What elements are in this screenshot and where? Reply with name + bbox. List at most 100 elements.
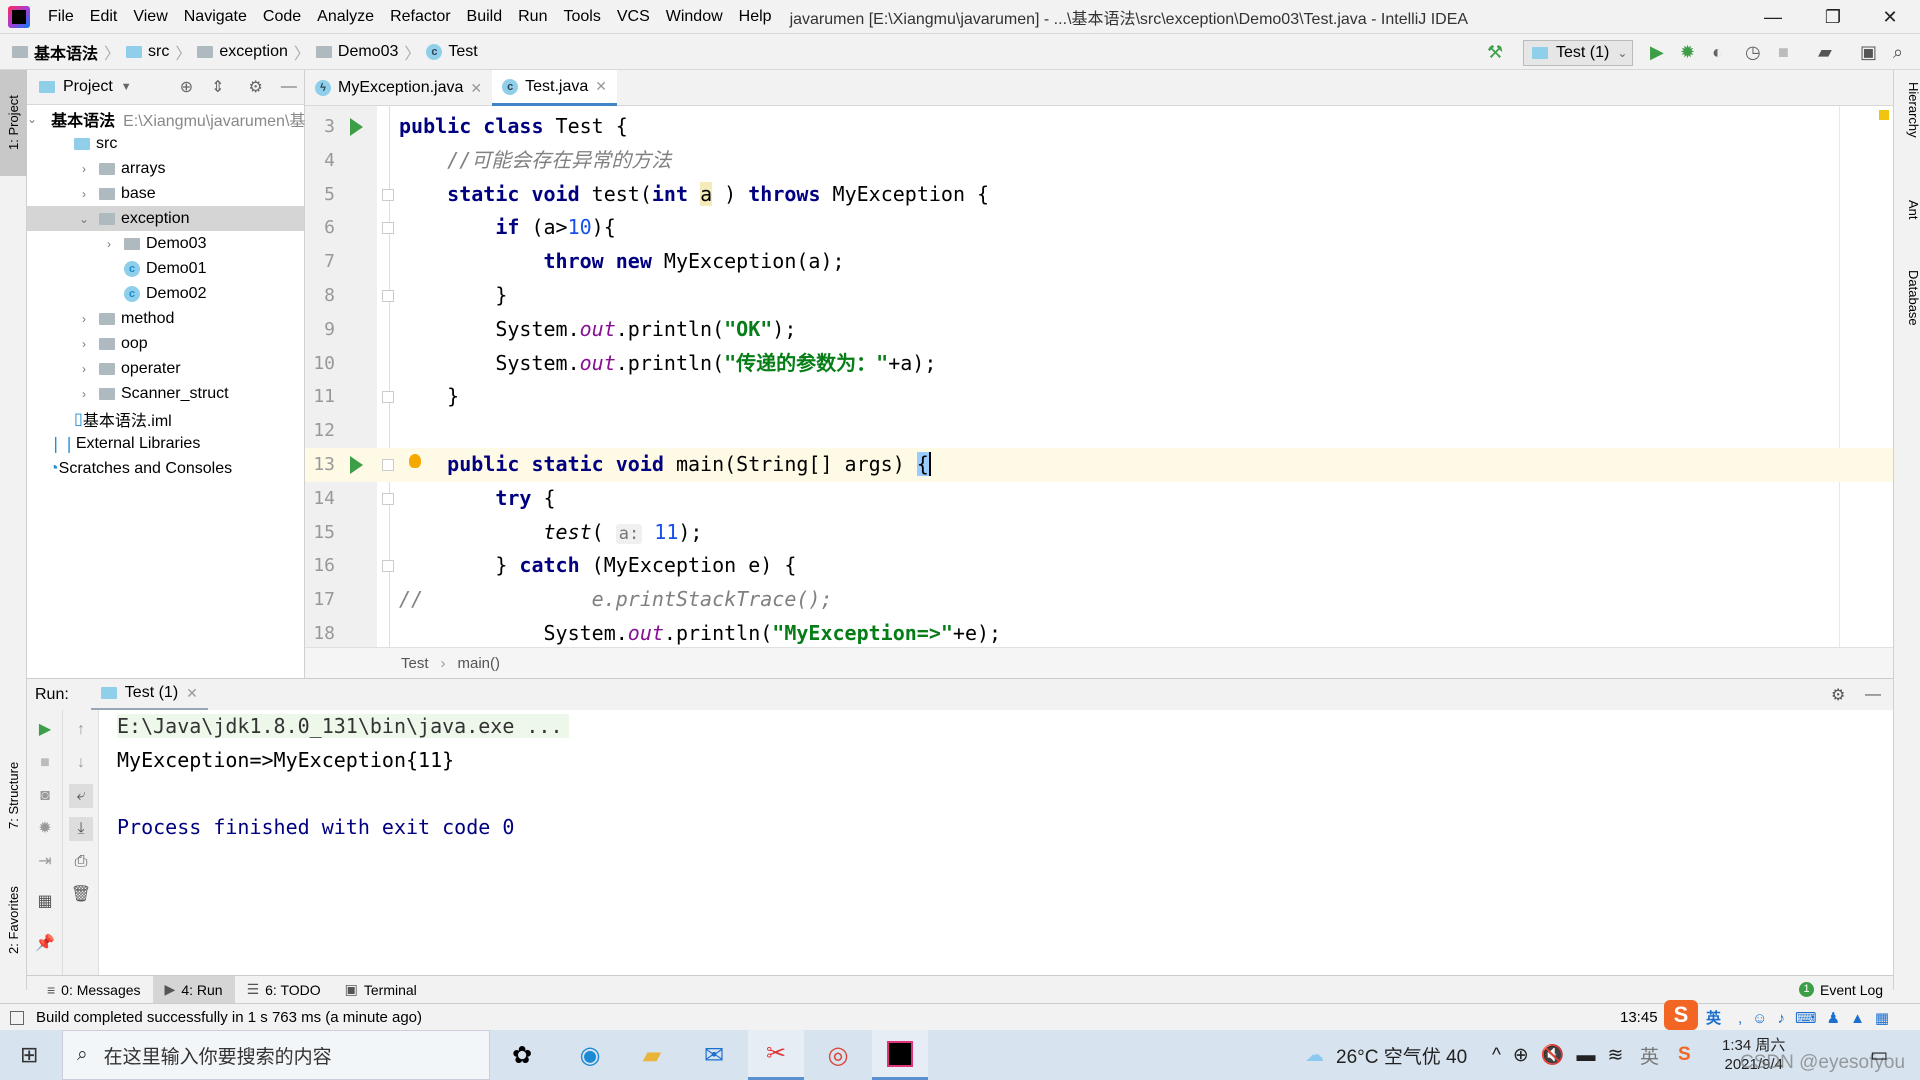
bottom-tab[interactable]: ▣ Terminal bbox=[333, 976, 429, 1004]
chevron-icon[interactable]: ⌄ bbox=[27, 112, 37, 126]
tool-tab-ant[interactable]: Ant bbox=[1894, 200, 1920, 220]
fold-icon[interactable] bbox=[382, 188, 394, 201]
fold-icon[interactable] bbox=[382, 289, 394, 302]
mail-icon[interactable]: ✉ bbox=[686, 1030, 742, 1080]
menu-run[interactable]: Run bbox=[510, 8, 555, 26]
system-tray-icons[interactable]: ^⊕🔇▬≋ bbox=[1492, 1030, 1635, 1080]
pin-icon[interactable]: 📌 bbox=[33, 932, 57, 956]
arrow-up-icon[interactable]: ↑ bbox=[69, 718, 93, 742]
close-icon[interactable]: ✕ bbox=[470, 80, 482, 97]
menu-analyze[interactable]: Analyze bbox=[309, 8, 382, 26]
tree-item[interactable]: c Demo01 bbox=[27, 256, 304, 281]
build-hammer-icon[interactable]: ⚒ bbox=[1487, 42, 1503, 63]
chevron-icon[interactable]: › bbox=[77, 187, 91, 201]
menu-edit[interactable]: Edit bbox=[82, 8, 126, 26]
arrow-down-icon[interactable]: ↓ bbox=[69, 751, 93, 775]
menu-tools[interactable]: Tools bbox=[555, 8, 608, 26]
tool-tab-structure[interactable]: 7: Structure bbox=[0, 740, 27, 850]
chevron-down-icon[interactable]: ▼ bbox=[121, 81, 132, 93]
event-log-button[interactable]: 1 Event Log bbox=[1799, 982, 1883, 998]
gear-icon[interactable]: ⚙ bbox=[249, 77, 263, 97]
breadcrumb-class[interactable]: Test bbox=[401, 655, 429, 672]
menu-vcs[interactable]: VCS bbox=[609, 8, 658, 26]
scroll-to-end-icon[interactable]: ⤓ bbox=[69, 817, 93, 841]
collapse-all-icon[interactable]: ⇕ bbox=[211, 77, 224, 97]
tree-item[interactable]: › method bbox=[27, 306, 304, 331]
import-icon[interactable]: ⇥ bbox=[33, 850, 57, 874]
debug-icon[interactable]: ✹ bbox=[1680, 42, 1695, 63]
debug-icon[interactable]: ✹ bbox=[33, 817, 57, 841]
tool-tab-project[interactable]: 1: Project bbox=[0, 70, 27, 176]
bottom-tab[interactable]: ▶ 4: Run bbox=[152, 975, 235, 1004]
camera-icon[interactable]: ◙ bbox=[33, 784, 57, 808]
rerun-icon[interactable]: ▶ bbox=[33, 718, 57, 742]
console-output[interactable]: E:\Java\jdk1.8.0_131\bin\java.exe ... MyE… bbox=[117, 710, 569, 845]
run-configuration-select[interactable]: Test (1) ⌄ bbox=[1523, 40, 1633, 66]
run-icon[interactable]: ▶ bbox=[1650, 42, 1664, 63]
restore-button[interactable]: ❐ bbox=[1805, 0, 1861, 34]
menu-refactor[interactable]: Refactor bbox=[382, 8, 458, 26]
edge-browser-icon[interactable]: ◉ bbox=[562, 1030, 618, 1080]
status-toggle-icon[interactable] bbox=[10, 1010, 24, 1025]
hide-icon[interactable]: — bbox=[1865, 686, 1881, 704]
fold-icon[interactable] bbox=[382, 222, 394, 235]
tree-item[interactable]: ❘❘ External Libraries bbox=[27, 431, 304, 456]
stop-icon[interactable]: ■ bbox=[33, 751, 57, 775]
bottom-tab[interactable]: ≡ 0: Messages bbox=[35, 976, 153, 1004]
minimize-button[interactable]: — bbox=[1745, 0, 1801, 34]
ime-language-indicator[interactable]: 英 bbox=[1706, 1007, 1721, 1028]
project-view-select[interactable]: Project bbox=[63, 78, 113, 96]
close-icon[interactable]: ✕ bbox=[186, 685, 198, 702]
intellij-taskbar-icon[interactable] bbox=[872, 1030, 928, 1080]
tree-item[interactable]: › Demo03 bbox=[27, 231, 304, 256]
menu-view[interactable]: View bbox=[125, 8, 175, 26]
menu-navigate[interactable]: Navigate bbox=[176, 8, 255, 26]
tree-item[interactable]: src bbox=[27, 131, 304, 156]
fold-icon[interactable] bbox=[382, 560, 394, 573]
windows-start-icon[interactable]: ⊞ bbox=[20, 1042, 38, 1068]
file-explorer-icon[interactable]: ▰ bbox=[624, 1030, 680, 1080]
stop-icon[interactable]: ■ bbox=[1778, 42, 1789, 63]
chevron-icon[interactable]: › bbox=[77, 387, 91, 401]
run-tab[interactable]: Test (1) ✕ bbox=[90, 679, 208, 711]
menu-file[interactable]: File bbox=[40, 8, 82, 26]
tree-item[interactable]: c Demo02 bbox=[27, 281, 304, 306]
taskbar-search-box[interactable]: ⌕ 在这里输入你要搜索的内容 bbox=[62, 1030, 490, 1080]
chevron-icon[interactable]: › bbox=[77, 337, 91, 351]
taskview-app-icon[interactable]: ✿ bbox=[494, 1030, 550, 1080]
close-icon[interactable]: ✕ bbox=[595, 78, 607, 95]
tree-item[interactable]: › arrays bbox=[27, 156, 304, 181]
tree-item[interactable]: › Scanner_struct bbox=[27, 381, 304, 406]
menu-window[interactable]: Window bbox=[658, 8, 731, 26]
run-gutter-icon[interactable] bbox=[350, 118, 363, 136]
editor-tab[interactable]: ϟ MyException.java ✕ bbox=[305, 70, 492, 106]
soft-wrap-icon[interactable]: ⤶ bbox=[69, 784, 93, 808]
tree-item[interactable]: › base bbox=[27, 181, 304, 206]
breadcrumb-method[interactable]: main() bbox=[458, 655, 501, 672]
run-gutter-icon[interactable] bbox=[350, 455, 363, 474]
fold-icon[interactable] bbox=[382, 391, 394, 404]
profile-icon[interactable]: ◷ bbox=[1745, 42, 1761, 63]
chevron-icon[interactable]: › bbox=[77, 362, 91, 376]
coverage-icon[interactable]: ◐ bbox=[1712, 42, 1723, 63]
print-icon[interactable]: ⎙ bbox=[69, 850, 93, 874]
editor-tab[interactable]: c Test.java ✕ bbox=[492, 70, 617, 106]
breadcrumb-item[interactable]: c Test bbox=[426, 43, 478, 61]
snipping-tool-icon[interactable]: ✂ bbox=[748, 1030, 804, 1080]
tree-item[interactable]: ▯ 基本语法.iml bbox=[27, 406, 304, 431]
project-structure-icon[interactable]: ▰ bbox=[1818, 42, 1832, 63]
tree-item[interactable]: ⌄ 基本语法 E:\Xiangmu\javarumen\基本 bbox=[27, 106, 321, 131]
tree-item[interactable]: › oop bbox=[27, 331, 304, 356]
tool-tab-hierarchy[interactable]: Hierarchy bbox=[1894, 82, 1920, 138]
breadcrumb-item[interactable]: Demo03 bbox=[315, 43, 398, 61]
chevron-icon[interactable]: › bbox=[102, 237, 116, 251]
locate-icon[interactable]: ⊕ bbox=[180, 77, 193, 97]
sogou-tray-icon[interactable]: S bbox=[1678, 1030, 1691, 1080]
tree-item[interactable]: › operater bbox=[27, 356, 304, 381]
search-icon[interactable]: ⌕ bbox=[1893, 42, 1903, 63]
tool-tab-favorites[interactable]: 2: Favorites bbox=[0, 860, 27, 980]
chrome-browser-icon[interactable]: ◎ bbox=[810, 1030, 866, 1080]
ime-toolbar-icons[interactable]: ,☺♪⌨♟▲▦ bbox=[1738, 1009, 1899, 1027]
code-editor[interactable]: 3 public class Test {4 //可能会存在异常的方法 5 stat… bbox=[305, 106, 1893, 647]
layout-icon[interactable]: ▦ bbox=[33, 890, 57, 914]
